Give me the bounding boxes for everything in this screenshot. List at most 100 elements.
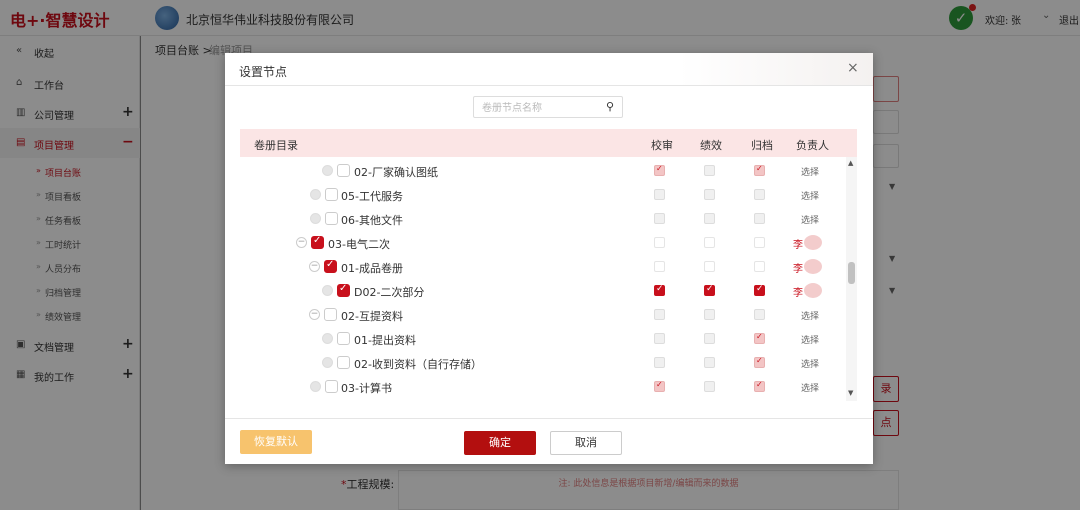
review-checkbox: [654, 164, 665, 176]
node-name: 05-工代服务: [341, 190, 403, 203]
archive-checkbox: [754, 213, 765, 224]
archive-checkbox: [754, 356, 765, 368]
table-row[interactable]: 05-工代服务 选择: [240, 183, 845, 207]
archive-checkbox: [754, 164, 765, 176]
tree-node-radio: [310, 381, 321, 392]
select-owner-link[interactable]: 选择: [801, 333, 819, 346]
performance-checkbox: [704, 189, 715, 200]
node-checkbox[interactable]: [325, 188, 338, 201]
collapse-node-icon[interactable]: −: [309, 261, 320, 272]
archive-checkbox[interactable]: [754, 261, 765, 272]
table-row[interactable]: − 03-电气二次 李: [240, 231, 845, 255]
column-header: 归档: [751, 139, 773, 152]
select-owner-link[interactable]: 选择: [801, 213, 819, 226]
dialog-header: 设置节点 ×: [225, 53, 873, 86]
node-name: D02-二次部分: [354, 286, 425, 299]
node-checkbox[interactable]: [337, 164, 350, 177]
restore-default-button[interactable]: 恢复默认: [240, 430, 312, 454]
scroll-thumb[interactable]: [848, 262, 855, 284]
owner-name[interactable]: 李: [793, 284, 803, 299]
table-row[interactable]: 02-收到资料（自行存储） 选择: [240, 351, 845, 375]
column-header: 卷册目录: [254, 139, 298, 152]
node-name: 03-电气二次: [328, 238, 390, 251]
review-checkbox: [654, 357, 665, 368]
performance-checkbox[interactable]: [704, 284, 715, 296]
owner-blurred: [804, 283, 822, 298]
node-checkbox[interactable]: [337, 356, 350, 369]
node-name: 03-计算书: [341, 382, 392, 395]
table-row[interactable]: − 01-成品卷册 李: [240, 255, 845, 279]
node-search: ⚲: [473, 96, 623, 118]
review-checkbox[interactable]: [654, 261, 665, 272]
select-owner-link[interactable]: 选择: [801, 309, 819, 322]
node-checkbox[interactable]: [337, 283, 350, 297]
dialog-title: 设置节点: [239, 65, 288, 79]
performance-checkbox: [704, 381, 715, 392]
node-name: 01-提出资料: [354, 334, 416, 347]
tree-node-radio: [322, 165, 333, 176]
collapse-node-icon[interactable]: −: [296, 237, 307, 248]
performance-checkbox: [704, 309, 715, 320]
review-checkbox: [654, 189, 665, 200]
review-checkbox[interactable]: [654, 237, 665, 248]
select-owner-link[interactable]: 选择: [801, 381, 819, 394]
node-name: 02-厂家确认图纸: [354, 166, 438, 179]
confirm-button[interactable]: 确定: [464, 431, 536, 455]
review-checkbox: [654, 380, 665, 392]
close-icon[interactable]: ×: [847, 60, 859, 76]
column-header: 校审: [651, 139, 673, 152]
owner-name[interactable]: 李: [793, 260, 803, 275]
node-checkbox[interactable]: [325, 380, 338, 393]
owner-name[interactable]: 李: [793, 236, 803, 251]
performance-checkbox: [704, 213, 715, 224]
set-node-dialog: 设置节点 × ⚲ 卷册目录 校审 绩效 归档 负责人 02-厂家确认图纸 选择 …: [225, 53, 873, 464]
table-row[interactable]: 03-计算书 选择: [240, 375, 845, 399]
collapse-node-icon[interactable]: −: [309, 309, 320, 320]
search-icon[interactable]: ⚲: [606, 100, 614, 113]
cancel-button[interactable]: 取消: [550, 431, 622, 455]
table-row[interactable]: 01-提出资料 选择: [240, 327, 845, 351]
table-row[interactable]: 02-厂家确认图纸 选择: [240, 159, 845, 183]
tree-node-radio: [322, 333, 333, 344]
select-owner-link[interactable]: 选择: [801, 357, 819, 370]
archive-checkbox[interactable]: [754, 237, 765, 248]
archive-checkbox[interactable]: [754, 284, 765, 296]
node-checkbox[interactable]: [324, 259, 337, 273]
tree-node-radio: [322, 357, 333, 368]
review-checkbox: [654, 333, 665, 344]
tree-node-radio: [322, 285, 333, 296]
review-checkbox[interactable]: [654, 284, 665, 296]
tree-scrollbar[interactable]: ▲ ▼: [846, 157, 857, 401]
node-tree: 02-厂家确认图纸 选择 05-工代服务 选择 06-其他文件 选择: [240, 157, 857, 401]
review-checkbox: [654, 309, 665, 320]
column-header: 绩效: [700, 139, 722, 152]
table-row[interactable]: − 02-互提资料 选择: [240, 303, 845, 327]
node-checkbox[interactable]: [311, 235, 324, 249]
node-checkbox[interactable]: [324, 308, 337, 321]
performance-checkbox: [704, 357, 715, 368]
performance-checkbox: [704, 165, 715, 176]
select-owner-link[interactable]: 选择: [801, 189, 819, 202]
table-row[interactable]: D02-二次部分 李: [240, 279, 845, 303]
owner-blurred: [804, 259, 822, 274]
performance-checkbox: [704, 333, 715, 344]
scroll-up-icon[interactable]: ▲: [848, 159, 853, 167]
archive-checkbox: [754, 380, 765, 392]
scroll-down-icon[interactable]: ▼: [848, 389, 853, 397]
dialog-footer: 恢复默认 确定 取消: [225, 418, 873, 464]
node-checkbox[interactable]: [325, 212, 338, 225]
node-name: 01-成品卷册: [341, 262, 403, 275]
table-header: 卷册目录 校审 绩效 归档 负责人: [240, 129, 857, 157]
search-input[interactable]: [482, 101, 602, 115]
archive-checkbox: [754, 332, 765, 344]
archive-checkbox: [754, 309, 765, 320]
node-name: 06-其他文件: [341, 214, 403, 227]
table-row[interactable]: 06-其他文件 选择: [240, 207, 845, 231]
node-checkbox[interactable]: [337, 332, 350, 345]
tree-node-radio: [310, 213, 321, 224]
select-owner-link[interactable]: 选择: [801, 165, 819, 178]
performance-checkbox[interactable]: [704, 237, 715, 248]
performance-checkbox[interactable]: [704, 261, 715, 272]
owner-blurred: [804, 235, 822, 250]
column-header: 负责人: [796, 139, 829, 152]
